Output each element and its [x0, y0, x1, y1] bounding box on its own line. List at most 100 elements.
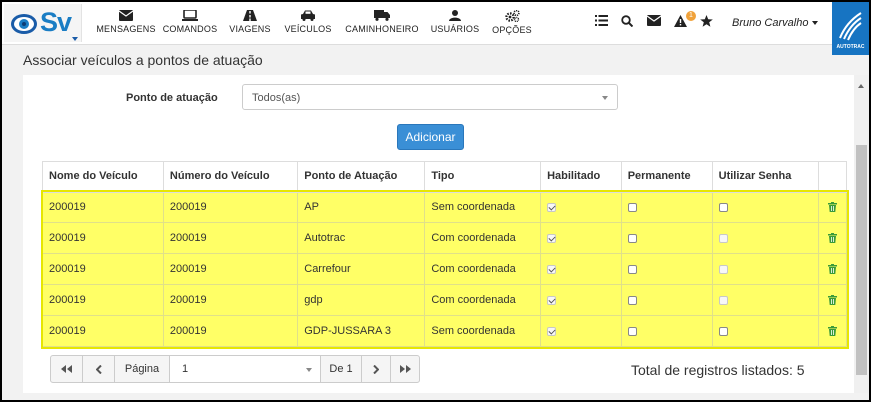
- chevron-down-icon: [306, 368, 312, 372]
- double-chevron-right-icon: [399, 365, 411, 373]
- utilizar-senha-checkbox: [718, 264, 728, 274]
- select-value: Todos(as): [252, 92, 301, 104]
- app-logo-menu[interactable]: Sv: [4, 4, 82, 42]
- brand-text: AUTOTRAC: [836, 44, 865, 50]
- pagination: Página 1 De 1: [50, 355, 420, 383]
- first-page-button[interactable]: [50, 355, 83, 383]
- next-page-button[interactable]: [361, 355, 391, 383]
- column-header[interactable]: Habilitado: [540, 161, 622, 193]
- app-window: Sv MENSAGENS COMANDOS VIAGENS VEÍCULOS C…: [2, 2, 869, 400]
- column-header[interactable]: Ponto de Atuação: [297, 161, 426, 193]
- vertical-scrollbar[interactable]: [854, 75, 869, 393]
- chevron-right-icon: [373, 364, 379, 374]
- table-cell: Sem coordenada: [424, 315, 542, 347]
- road-icon: [243, 10, 257, 21]
- table-cell: [711, 222, 820, 254]
- permanente-checkbox[interactable]: [627, 326, 637, 336]
- permanente-checkbox[interactable]: [627, 202, 637, 212]
- table-cell: [540, 191, 622, 223]
- nav-item-caminhoneiro[interactable]: CAMINHONEIRO: [344, 10, 420, 34]
- nav-item-veiculos[interactable]: VEÍCULOS: [282, 10, 334, 34]
- habilitado-checkbox: [547, 295, 557, 305]
- scroll-up-icon[interactable]: [858, 84, 864, 88]
- table-cell: GDP-JUSSARA 3: [297, 315, 426, 347]
- autotrac-logo-icon: [839, 12, 862, 41]
- table-cell: 200019: [42, 253, 164, 285]
- trash-icon[interactable]: [828, 326, 838, 337]
- column-header[interactable]: Nome do Veículo: [42, 161, 164, 193]
- table-cell: [540, 253, 622, 285]
- table-cell: AP: [297, 191, 426, 223]
- table-row: 200019 200019 Carrefour Com coordenada: [42, 253, 847, 285]
- table-cell: 200019: [42, 191, 164, 223]
- nav-item-usuarios[interactable]: USUÁRIOS: [430, 10, 480, 34]
- table-row: 200019 200019 AP Sem coordenada: [42, 191, 847, 223]
- logo-caret-icon[interactable]: [72, 37, 78, 41]
- cogs-icon: [504, 10, 520, 22]
- trash-icon[interactable]: [828, 233, 838, 244]
- table-cell: 200019: [42, 222, 164, 254]
- chevron-left-icon: [95, 364, 102, 374]
- table-cell: [620, 284, 713, 316]
- alert-icon[interactable]: [674, 15, 687, 27]
- page-count-label: De 1: [320, 355, 362, 383]
- page-select[interactable]: 1: [169, 355, 321, 383]
- trash-icon[interactable]: [828, 264, 838, 275]
- envelope-icon[interactable]: [647, 15, 661, 26]
- column-header[interactable]: Utilizar Senha: [711, 161, 820, 193]
- double-chevron-left-icon: [61, 365, 72, 373]
- nav-label: VEÍCULOS: [284, 24, 332, 34]
- prev-page-button[interactable]: [82, 355, 115, 383]
- trash-icon[interactable]: [828, 202, 838, 213]
- column-header[interactable]: Número do Veículo: [162, 161, 299, 193]
- table-cell: 200019: [42, 284, 164, 316]
- utilizar-senha-checkbox[interactable]: [718, 202, 728, 212]
- permanente-checkbox[interactable]: [627, 264, 637, 274]
- utilizar-senha-checkbox[interactable]: [718, 326, 728, 336]
- brand-logo: AUTOTRAC: [832, 2, 869, 55]
- table-cell: 200019: [162, 253, 299, 285]
- table-row: 200019 200019 gdp Com coordenada: [42, 284, 847, 316]
- user-icon: [449, 10, 461, 21]
- table-cell: 200019: [162, 315, 299, 347]
- star-icon[interactable]: [700, 15, 713, 27]
- habilitado-checkbox: [547, 202, 557, 212]
- top-navbar: Sv MENSAGENS COMANDOS VIAGENS VEÍCULOS C…: [2, 2, 869, 55]
- utilizar-senha-checkbox: [718, 233, 728, 243]
- list-icon[interactable]: [595, 15, 608, 26]
- nav-item-mensagens[interactable]: MENSAGENS: [90, 10, 162, 34]
- table-cell: [818, 284, 847, 316]
- page-title: Associar veículos a pontos de atuação: [23, 52, 263, 68]
- nav-item-viagens[interactable]: VIAGENS: [228, 10, 272, 34]
- scrollbar-thumb[interactable]: [856, 145, 867, 375]
- table-cell: [620, 253, 713, 285]
- permanente-checkbox[interactable]: [627, 233, 637, 243]
- nav-label: USUÁRIOS: [430, 24, 480, 34]
- nav-item-opcoes[interactable]: OPÇÕES: [490, 10, 534, 35]
- table-cell: 200019: [42, 315, 164, 347]
- last-page-button[interactable]: [390, 355, 420, 383]
- table-cell: [620, 315, 713, 347]
- nav-item-comandos[interactable]: COMANDOS: [162, 10, 218, 34]
- total-records: Total de registros listados: 5: [631, 362, 805, 378]
- add-button[interactable]: Adicionar: [397, 124, 464, 150]
- table-cell: Com coordenada: [424, 284, 542, 316]
- envelope-icon: [119, 10, 133, 21]
- truck-icon: [374, 10, 390, 21]
- column-header: [818, 161, 847, 193]
- logo-eye-icon: [11, 14, 37, 34]
- habilitado-checkbox: [547, 233, 557, 243]
- ponto-atuacao-select[interactable]: Todos(as): [242, 84, 618, 110]
- table-row: 200019 200019 Autotrac Com coordenada: [42, 222, 847, 254]
- table-cell: gdp: [297, 284, 426, 316]
- user-menu[interactable]: Bruno Carvalho: [732, 17, 819, 29]
- column-header[interactable]: Tipo: [424, 161, 542, 193]
- table-cell: [620, 191, 713, 223]
- column-header[interactable]: Permanente: [620, 161, 713, 193]
- search-icon[interactable]: [621, 15, 633, 27]
- user-name: Bruno Carvalho: [732, 17, 809, 29]
- permanente-checkbox[interactable]: [627, 295, 637, 305]
- trash-icon[interactable]: [828, 295, 838, 306]
- table-cell: Com coordenada: [424, 222, 542, 254]
- nav-label: MENSAGENS: [96, 24, 156, 34]
